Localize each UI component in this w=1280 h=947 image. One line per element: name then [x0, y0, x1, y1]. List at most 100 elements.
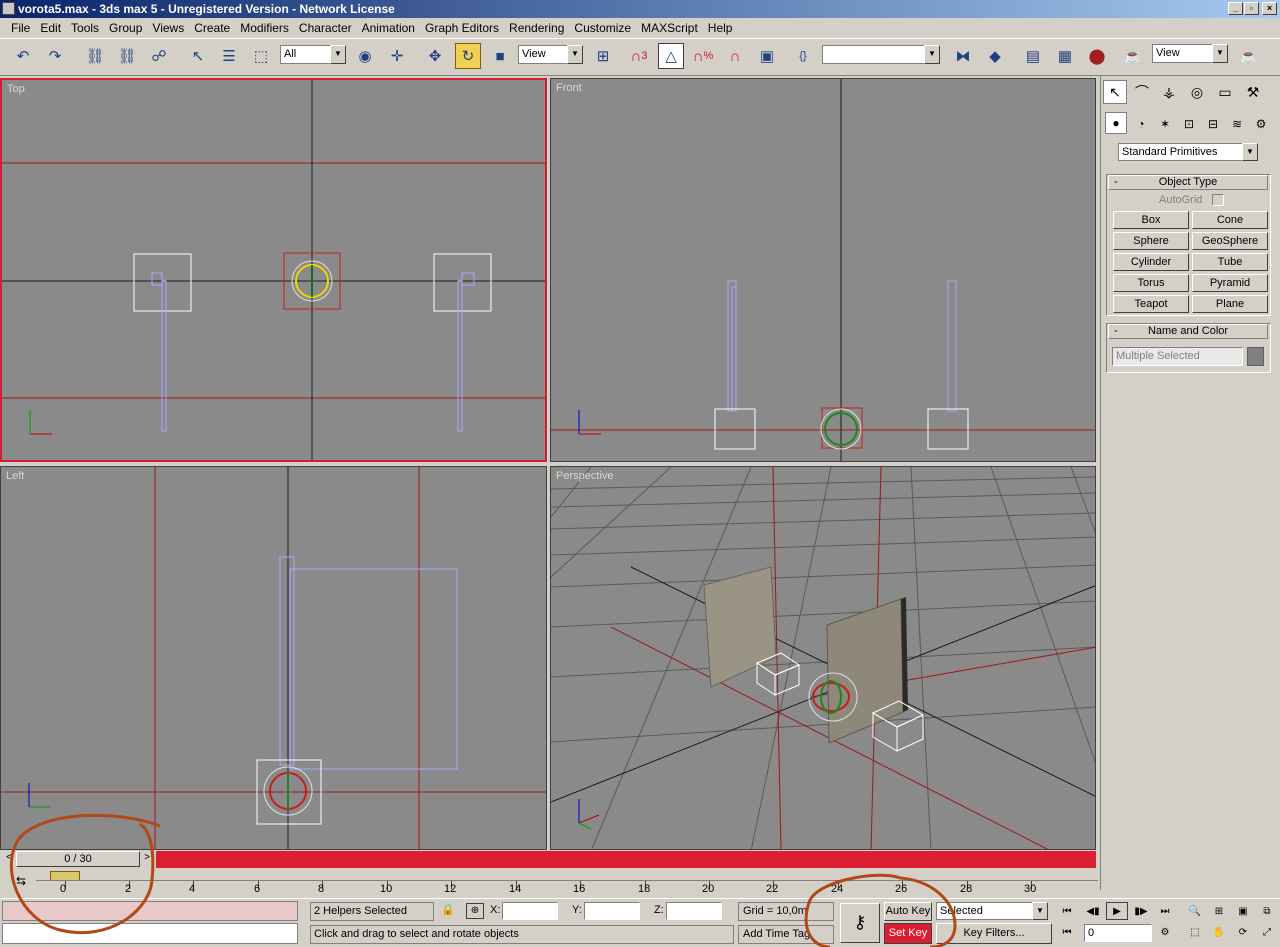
reference-coordinate-dropdown[interactable]: View [518, 45, 570, 64]
hierarchy-tab-icon[interactable]: ⚶ [1157, 80, 1181, 104]
pyramid-button[interactable]: Pyramid [1192, 274, 1268, 292]
menu-help[interactable]: Help [703, 21, 738, 35]
menu-create[interactable]: Create [189, 21, 235, 35]
redo-icon[interactable]: ↷ [42, 43, 68, 69]
select-and-manipulate-icon[interactable]: ◉ [352, 43, 378, 69]
snap-label: 3 [641, 50, 648, 62]
geosphere-button[interactable]: GeoSphere [1192, 232, 1268, 250]
rotate-icon[interactable]: ↻ [455, 43, 481, 69]
autogrid-checkbox[interactable] [1212, 194, 1224, 206]
layer-manager-icon[interactable]: ▤ [1020, 43, 1046, 69]
material-editor-icon[interactable]: ⬤ [1084, 43, 1110, 69]
menu-edit[interactable]: Edit [35, 21, 66, 35]
top-viewport-canvas [2, 80, 545, 460]
align-icon[interactable]: ◆ [982, 43, 1008, 69]
helpers-icon[interactable]: ⊟ [1201, 112, 1225, 136]
viewport-label: Front [556, 82, 582, 94]
front-viewport-canvas [551, 79, 1095, 461]
region-select-icon[interactable]: ⬚ [248, 43, 274, 69]
object-type-title: Object Type [1158, 176, 1218, 188]
curve-editor-icon[interactable]: ▦ [1052, 43, 1078, 69]
snap-toggle-icon[interactable]: ∩ 3 [626, 43, 652, 69]
cameras-icon[interactable]: ⊡ [1177, 112, 1201, 136]
plane-button[interactable]: Plane [1192, 295, 1268, 313]
create-tab-icon[interactable]: ↖ [1103, 80, 1127, 104]
undo-icon[interactable]: ↶ [10, 43, 36, 69]
render-scene-icon[interactable]: ☕ [1120, 43, 1146, 69]
viewport-top[interactable]: Top [0, 78, 547, 462]
menu-customize[interactable]: Customize [569, 21, 636, 35]
category-dropdown[interactable]: Standard Primitives [1118, 143, 1244, 161]
menu-views[interactable]: Views [147, 21, 189, 35]
minimize-button[interactable]: _ [1228, 2, 1243, 15]
chevron-down-icon[interactable]: ▼ [330, 45, 346, 64]
left-viewport-canvas [1, 467, 546, 849]
systems-icon[interactable]: ⚙ [1249, 112, 1273, 136]
unlink-icon[interactable]: ⛓ [114, 43, 140, 69]
menu-maxscript[interactable]: MAXScript [636, 21, 703, 35]
crossing-icon[interactable]: ✛ [384, 43, 410, 69]
cone-button[interactable]: Cone [1192, 211, 1268, 229]
select-by-name-icon[interactable]: ☰ [216, 43, 242, 69]
angle-snap-icon[interactable]: △ [658, 43, 684, 69]
box-button[interactable]: Box [1113, 211, 1189, 229]
object-color-swatch[interactable] [1247, 347, 1264, 366]
menu-group[interactable]: Group [104, 21, 147, 35]
link-icon[interactable]: ⛓ [82, 43, 108, 69]
modify-tab-icon[interactable]: ⌒ [1130, 80, 1154, 104]
motion-tab-icon[interactable]: ◎ [1185, 80, 1209, 104]
chevron-down-icon[interactable]: ▼ [567, 45, 583, 64]
menu-animation[interactable]: Animation [357, 21, 420, 35]
lights-icon[interactable]: ✶ [1153, 112, 1177, 136]
move-icon[interactable]: ✥ [422, 43, 448, 69]
render-type-dropdown[interactable]: View [1152, 44, 1214, 63]
teapot-button[interactable]: Teapot [1113, 295, 1189, 313]
torus-button[interactable]: Torus [1113, 274, 1189, 292]
window-title: vorota5.max - 3ds max 5 - Unregistered V… [18, 2, 395, 16]
menu-graph-editors[interactable]: Graph Editors [420, 21, 504, 35]
display-tab-icon[interactable]: ▭ [1213, 80, 1237, 104]
spinner-snap-icon[interactable]: ∩ [722, 43, 748, 69]
shapes-icon[interactable]: ◔ [1129, 112, 1153, 136]
scale-icon[interactable]: ■ [487, 43, 513, 69]
autogrid-label: AutoGrid [1159, 194, 1203, 206]
menu-character[interactable]: Character [294, 21, 357, 35]
space-warps-icon[interactable]: ≋ [1225, 112, 1249, 136]
sphere-button[interactable]: Sphere [1113, 232, 1189, 250]
selection-filter-dropdown[interactable]: All [280, 45, 334, 64]
menu-modifiers[interactable]: Modifiers [235, 21, 294, 35]
collapse-icon: - [1114, 325, 1118, 337]
bind-space-warp-icon[interactable]: ☍ [146, 43, 172, 69]
viewport-label: Perspective [556, 470, 614, 482]
utilities-tab-icon[interactable]: ⚒ [1241, 80, 1265, 104]
viewport-front[interactable]: Front [550, 78, 1096, 462]
annotation-circle [804, 873, 957, 947]
named-selection-icon[interactable]: ▣ [754, 43, 780, 69]
quick-render-icon[interactable]: ☕ [1236, 43, 1262, 69]
tube-button[interactable]: Tube [1192, 253, 1268, 271]
object-type-header[interactable]: - Object Type [1108, 175, 1268, 190]
named-selection-sets-dropdown[interactable] [822, 45, 926, 64]
geometry-icon[interactable]: ● [1105, 112, 1127, 134]
menu-bar: File Edit Tools Group Views Create Modif… [0, 18, 1280, 38]
restore-button[interactable]: ▫ [1244, 2, 1259, 15]
annotation-circle [9, 813, 161, 935]
viewport-perspective[interactable]: Perspective [550, 466, 1096, 850]
edit-named-selections-icon[interactable]: {} [790, 43, 816, 69]
viewport-left[interactable]: Left [0, 466, 547, 850]
menu-file[interactable]: File [6, 21, 35, 35]
name-and-color-header[interactable]: - Name and Color [1108, 324, 1268, 339]
percent-snap-icon[interactable]: ∩% [690, 43, 716, 69]
select-icon[interactable]: ↖ [185, 43, 211, 69]
chevron-down-icon[interactable]: ▼ [1212, 44, 1228, 63]
pivot-center-icon[interactable]: ⊞ [590, 43, 616, 69]
menu-rendering[interactable]: Rendering [504, 21, 569, 35]
object-name-field[interactable]: Multiple Selected [1112, 347, 1243, 366]
viewport-label: Left [6, 470, 25, 482]
mirror-icon[interactable]: ⧓ [950, 43, 976, 69]
chevron-down-icon[interactable]: ▼ [1242, 143, 1258, 161]
cylinder-button[interactable]: Cylinder [1113, 253, 1189, 271]
menu-tools[interactable]: Tools [66, 21, 104, 35]
chevron-down-icon[interactable]: ▼ [924, 45, 940, 64]
close-button[interactable]: × [1262, 2, 1277, 15]
